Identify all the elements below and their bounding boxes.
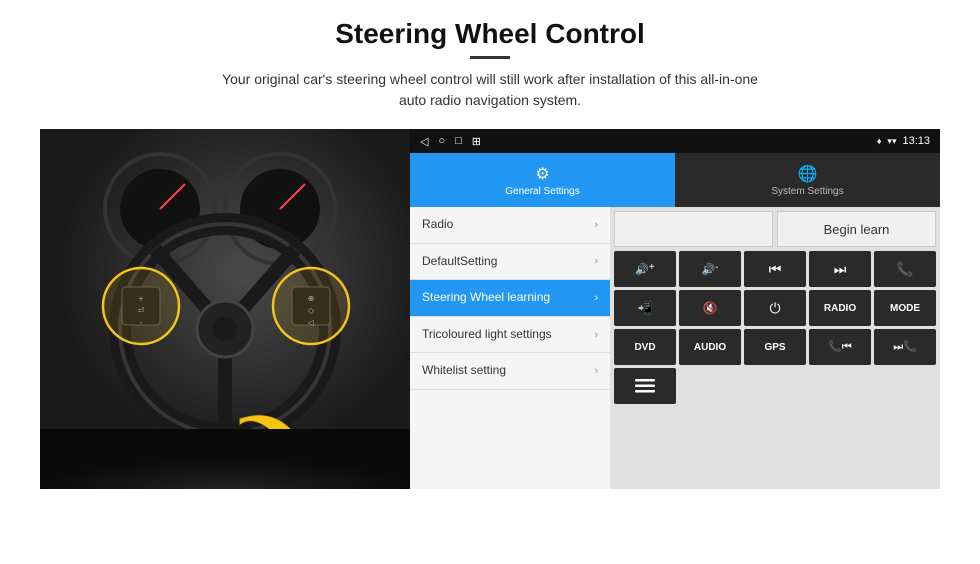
- chevron-right-icon: ›: [594, 255, 598, 267]
- chevron-right-icon: ›: [594, 292, 598, 304]
- mode-button[interactable]: MODE: [874, 290, 936, 326]
- tab-system-label: System Settings: [771, 186, 843, 197]
- menu-list: Radio › DefaultSetting › Steering Wheel …: [410, 207, 610, 489]
- menu-steering-label: Steering Wheel learning: [422, 290, 594, 306]
- hamburger-icon: [635, 376, 655, 396]
- next-track-button[interactable]: ⏭: [809, 251, 871, 287]
- status-left: ◁ ○ □ ⊞: [420, 135, 481, 148]
- begin-learn-label: Begin learn: [824, 222, 890, 237]
- vol-down-button[interactable]: 🔊-: [679, 251, 741, 287]
- menu-tricoloured-label: Tricoloured light settings: [422, 327, 594, 343]
- mute-button[interactable]: 🔇: [679, 290, 741, 326]
- ctrl-row-4: [614, 368, 936, 404]
- chevron-right-icon: ›: [594, 365, 598, 377]
- title-divider: [470, 56, 510, 59]
- menu-item-steering[interactable]: Steering Wheel learning ›: [410, 280, 610, 317]
- tab-general-label: General Settings: [505, 186, 580, 197]
- controls-panel: Begin learn 🔊+ 🔊- ⏮ ⏭: [610, 207, 940, 489]
- call-button[interactable]: 📞: [874, 251, 936, 287]
- general-settings-icon: ⚙: [535, 164, 549, 184]
- audio-label: AUDIO: [694, 342, 726, 353]
- chevron-right-icon: ›: [594, 329, 598, 341]
- chevron-right-icon: ›: [594, 219, 598, 231]
- steering-wheel-svg: + ⏎ - ⊕ ◇ ◁: [40, 129, 410, 489]
- menu-nav-icon[interactable]: ⊞: [472, 135, 481, 148]
- menu-radio-label: Radio: [422, 217, 594, 233]
- menu-item-default[interactable]: DefaultSetting ›: [410, 244, 610, 281]
- wifi-icon: ▾▾: [887, 136, 896, 147]
- back-nav-icon[interactable]: ◁: [420, 135, 428, 148]
- radio-label: RADIO: [824, 303, 856, 314]
- content-row: + ⏎ - ⊕ ◇ ◁: [40, 129, 940, 489]
- power-button[interactable]: ⏻: [744, 290, 806, 326]
- gps-button[interactable]: GPS: [744, 329, 806, 365]
- radio-button[interactable]: RADIO: [809, 290, 871, 326]
- status-bar: ◁ ○ □ ⊞ ♦ ▾▾ 13:13: [410, 129, 940, 153]
- menu-item-whitelist[interactable]: Whitelist setting ›: [410, 353, 610, 390]
- main-content: Radio › DefaultSetting › Steering Wheel …: [410, 207, 940, 489]
- title-section: Steering Wheel Control Your original car…: [222, 18, 758, 123]
- answer-call-button[interactable]: 📲: [614, 290, 676, 326]
- tab-bar: ⚙ General Settings 🌐 System Settings: [410, 153, 940, 207]
- tab-general-settings[interactable]: ⚙ General Settings: [410, 153, 675, 207]
- page-container: Steering Wheel Control Your original car…: [0, 0, 980, 564]
- gps-label: GPS: [764, 342, 785, 353]
- vol-up-button[interactable]: 🔊+: [614, 251, 676, 287]
- clock: 13:13: [902, 135, 930, 147]
- dvd-label: DVD: [634, 342, 655, 353]
- menu-icon-button[interactable]: [614, 368, 676, 404]
- steering-wheel-panel: + ⏎ - ⊕ ◇ ◁: [40, 129, 410, 489]
- steering-wheel-background: + ⏎ - ⊕ ◇ ◁: [40, 129, 410, 489]
- begin-learn-button[interactable]: Begin learn: [777, 211, 936, 247]
- tab-system-settings[interactable]: 🌐 System Settings: [675, 153, 940, 207]
- status-right: ♦ ▾▾ 13:13: [877, 135, 930, 147]
- menu-default-label: DefaultSetting: [422, 254, 594, 270]
- system-settings-icon: 🌐: [798, 164, 818, 184]
- page-title: Steering Wheel Control: [222, 18, 758, 50]
- mode-label: MODE: [890, 303, 920, 314]
- controls-area: Begin learn 🔊+ 🔊- ⏮ ⏭: [614, 211, 936, 485]
- prev-tel-button[interactable]: ⏭📞: [874, 329, 936, 365]
- ctrl-row-1: 🔊+ 🔊- ⏮ ⏭ 📞: [614, 251, 936, 287]
- page-subtitle: Your original car's steering wheel contr…: [222, 69, 758, 111]
- menu-item-radio[interactable]: Radio ›: [410, 207, 610, 244]
- location-icon: ♦: [877, 136, 882, 146]
- ctrl-row-2: 📲 🔇 ⏻ RADIO MODE: [614, 290, 936, 326]
- menu-item-tricoloured[interactable]: Tricoloured light settings ›: [410, 317, 610, 354]
- audio-button[interactable]: AUDIO: [679, 329, 741, 365]
- menu-whitelist-label: Whitelist setting: [422, 363, 594, 379]
- prev-track-button[interactable]: ⏮: [744, 251, 806, 287]
- empty-assignment-box: [614, 211, 773, 247]
- android-panel: ◁ ○ □ ⊞ ♦ ▾▾ 13:13 ⚙ General Settings: [410, 129, 940, 489]
- ctrl-row-3: DVD AUDIO GPS 📞⏮ ⏭📞: [614, 329, 936, 365]
- tel-prev-button[interactable]: 📞⏮: [809, 329, 871, 365]
- home-nav-icon[interactable]: ○: [438, 135, 445, 147]
- dvd-button[interactable]: DVD: [614, 329, 676, 365]
- top-row: Begin learn: [614, 211, 936, 247]
- recent-nav-icon[interactable]: □: [455, 135, 462, 147]
